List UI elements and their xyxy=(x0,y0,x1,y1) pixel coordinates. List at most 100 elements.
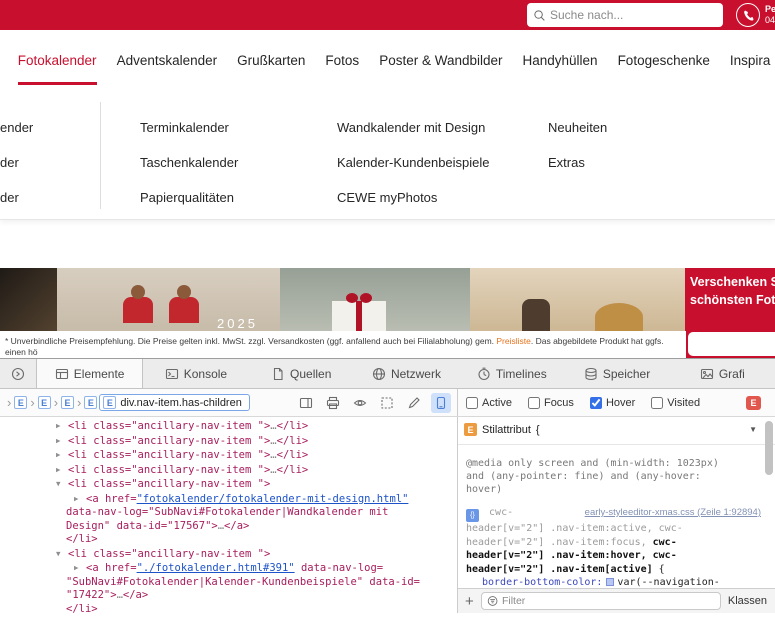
selector-token: header[v="2"] .nav-item:active, cwc- xyxy=(466,523,683,534)
megamenu-item[interactable]: Wandkalender mit Design xyxy=(337,110,490,145)
dom-tree-line[interactable]: ▶<a href="./fotokalender.html#391" data-… xyxy=(0,561,457,576)
dom-tree-line[interactable]: "SubNavi#Fotokalender|Kalender-Kundenbei… xyxy=(0,576,457,590)
scrollbar-thumb[interactable] xyxy=(765,421,773,475)
dom-tree-line[interactable]: </li> xyxy=(0,603,457,614)
selector-token: header[v="2"] .nav-item[active] xyxy=(466,564,653,575)
edit-pencil-icon[interactable] xyxy=(404,393,424,413)
checkbox-focus[interactable] xyxy=(528,397,540,409)
promo-banner[interactable]: 2025 xyxy=(0,268,775,331)
sources-icon xyxy=(271,367,285,381)
color-swatch-icon[interactable] xyxy=(606,578,614,586)
megamenu-item[interactable]: Terminkalender xyxy=(140,110,238,145)
breadcrumb: ›E›E›E›E E div.nav-item.has-children xyxy=(0,389,458,416)
element-badge-icon[interactable]: E xyxy=(38,396,51,409)
code-token: <li class="ancillary-nav-item "> xyxy=(68,435,270,447)
pseudo-toggle-hover[interactable]: Hover xyxy=(590,397,635,409)
chevron-down-icon[interactable]: ▼ xyxy=(749,425,757,434)
style-attribute-badge-icon: E xyxy=(464,423,477,436)
disclosure-open-icon[interactable]: ▼ xyxy=(56,547,68,561)
breadcrumb-selected[interactable]: E div.nav-item.has-children xyxy=(99,394,249,411)
classes-toggle-button[interactable]: Klassen xyxy=(728,595,767,607)
nav-item-fotogeschenke[interactable]: Fotogeschenke xyxy=(618,30,710,90)
dom-tree-line[interactable]: ▶<li class="ancillary-nav-item ">…</li> xyxy=(0,463,457,478)
nav-item-adventskalender[interactable]: Adventskalender xyxy=(117,30,218,90)
code-token: <a href= xyxy=(86,562,137,574)
nav-item-inspira[interactable]: Inspira xyxy=(730,30,771,90)
checkbox-active[interactable] xyxy=(466,397,478,409)
promo-cta-button[interactable] xyxy=(688,332,775,356)
filter-input[interactable] xyxy=(502,595,715,607)
css-property-value: var(--navigation- xyxy=(617,577,719,588)
megamenu-item[interactable]: Taschenkalender xyxy=(140,145,238,180)
price-list-link[interactable]: Preisliste xyxy=(496,336,530,346)
dom-tree-line[interactable]: ▼<li class="ancillary-nav-item "> xyxy=(0,547,457,562)
element-badge-icon: E xyxy=(103,396,116,409)
print-icon[interactable] xyxy=(323,393,343,413)
megamenu-item[interactable]: Extras xyxy=(548,145,607,180)
search-input[interactable] xyxy=(550,8,717,22)
device-mode-icon[interactable] xyxy=(431,393,451,413)
nav-item-handyhüllen[interactable]: Handyhüllen xyxy=(523,30,598,90)
megamenu-item[interactable]: der xyxy=(0,180,33,215)
events-badge[interactable]: E xyxy=(746,396,761,410)
banner-photo-gift xyxy=(280,268,470,331)
pseudo-toggle-visited[interactable]: Visited xyxy=(651,397,700,409)
element-badge-icon[interactable]: E xyxy=(84,396,97,409)
promo-panel: Verschenken S schönsten Fot xyxy=(685,268,775,358)
disclosure-closed-icon[interactable]: ▶ xyxy=(56,434,68,448)
code-token: <li class="ancillary-nav-item "> xyxy=(68,548,270,560)
disclosure-closed-icon[interactable]: ▶ xyxy=(74,492,86,506)
megamenu-item[interactable]: der xyxy=(0,145,33,180)
dom-tree-line[interactable]: ▶<li class="ancillary-nav-item ">…</li> xyxy=(0,434,457,449)
tab-network[interactable]: Netzwerk xyxy=(354,359,459,388)
element-badge-icon[interactable]: E xyxy=(61,396,74,409)
dom-tree-line[interactable]: ▶<li class="ancillary-nav-item ">…</li> xyxy=(0,448,457,463)
dom-tree-line[interactable]: ▶<a href="fotokalender/fotokalender-mit-… xyxy=(0,492,457,507)
tab-timelines[interactable]: Timelines xyxy=(459,359,564,388)
checkbox-visited[interactable] xyxy=(651,397,663,409)
tab-sources[interactable]: Quellen xyxy=(249,359,354,388)
tab-console[interactable]: Konsole xyxy=(143,359,248,388)
nav-item-fotokalender[interactable]: Fotokalender xyxy=(18,30,97,90)
nav-item-poster-wandbilder[interactable]: Poster & Wandbilder xyxy=(379,30,502,90)
layout-columns-icon[interactable] xyxy=(296,393,316,413)
search-box[interactable] xyxy=(527,3,723,27)
add-rule-button[interactable]: + xyxy=(465,594,474,609)
media-query-line: @media only screen and (min-width: 1023p… xyxy=(466,457,761,470)
disclosure-open-icon[interactable]: ▼ xyxy=(56,477,68,491)
disclosure-closed-icon[interactable]: ▶ xyxy=(56,448,68,462)
nav-item-grußkarten[interactable]: Grußkarten xyxy=(237,30,305,90)
megamenu-item[interactable]: ender xyxy=(0,110,33,145)
grid-overlay-icon[interactable] xyxy=(377,393,397,413)
disclosure-closed-icon[interactable]: ▶ xyxy=(56,463,68,477)
megamenu-item[interactable]: Papierqualitäten xyxy=(140,180,238,215)
tab-storage[interactable]: Speicher xyxy=(564,359,669,388)
filter-field[interactable] xyxy=(481,592,721,610)
pseudo-toggle-focus[interactable]: Focus xyxy=(528,397,574,409)
megamenu-column: NeuheitenExtras xyxy=(548,110,607,180)
stylesheet-source-link[interactable]: early-styleeditor-xmas.css (Zeile 1:9289… xyxy=(585,506,761,520)
checkbox-hover[interactable] xyxy=(590,397,602,409)
css-property-line[interactable]: border-bottom-color:var(--navigation- xyxy=(466,576,761,588)
dom-tree-line[interactable]: </li> xyxy=(0,533,457,547)
dom-tree-line[interactable]: Design" data-id="17567">…</a> xyxy=(0,520,457,534)
megamenu-item[interactable]: Neuheiten xyxy=(548,110,607,145)
element-badge-icon[interactable]: E xyxy=(14,396,27,409)
disclosure-closed-icon[interactable]: ▶ xyxy=(74,561,86,575)
inspector-dock-button[interactable] xyxy=(0,359,36,388)
pseudo-toggle-active[interactable]: Active xyxy=(466,397,512,409)
tab-elements[interactable]: Elemente xyxy=(36,359,143,388)
devtools-tabbar-tabs: ElementeKonsoleQuellenNetzwerkTimelinesS… xyxy=(36,359,775,388)
nav-item-fotos[interactable]: Fotos xyxy=(325,30,359,90)
eye-icon[interactable] xyxy=(350,393,370,413)
megamenu-item[interactable]: Kalender-Kundenbeispiele xyxy=(337,145,490,180)
tab-graphics[interactable]: Grafi xyxy=(670,359,775,388)
phone-contact[interactable]: Per 044 xyxy=(736,3,775,27)
megamenu-item[interactable]: CEWE myPhotos xyxy=(337,180,490,215)
gift-box xyxy=(332,301,386,331)
disclosure-closed-icon[interactable]: ▶ xyxy=(56,419,68,433)
dom-tree-line[interactable]: ▶<li class="ancillary-nav-item ">…</li> xyxy=(0,419,457,434)
dom-tree-line[interactable]: ▼<li class="ancillary-nav-item "> xyxy=(0,477,457,492)
dom-tree-line[interactable]: data-nav-log="SubNavi#Fotokalender|Wandk… xyxy=(0,506,457,520)
dom-tree-line[interactable]: "17422">…</a> xyxy=(0,589,457,603)
